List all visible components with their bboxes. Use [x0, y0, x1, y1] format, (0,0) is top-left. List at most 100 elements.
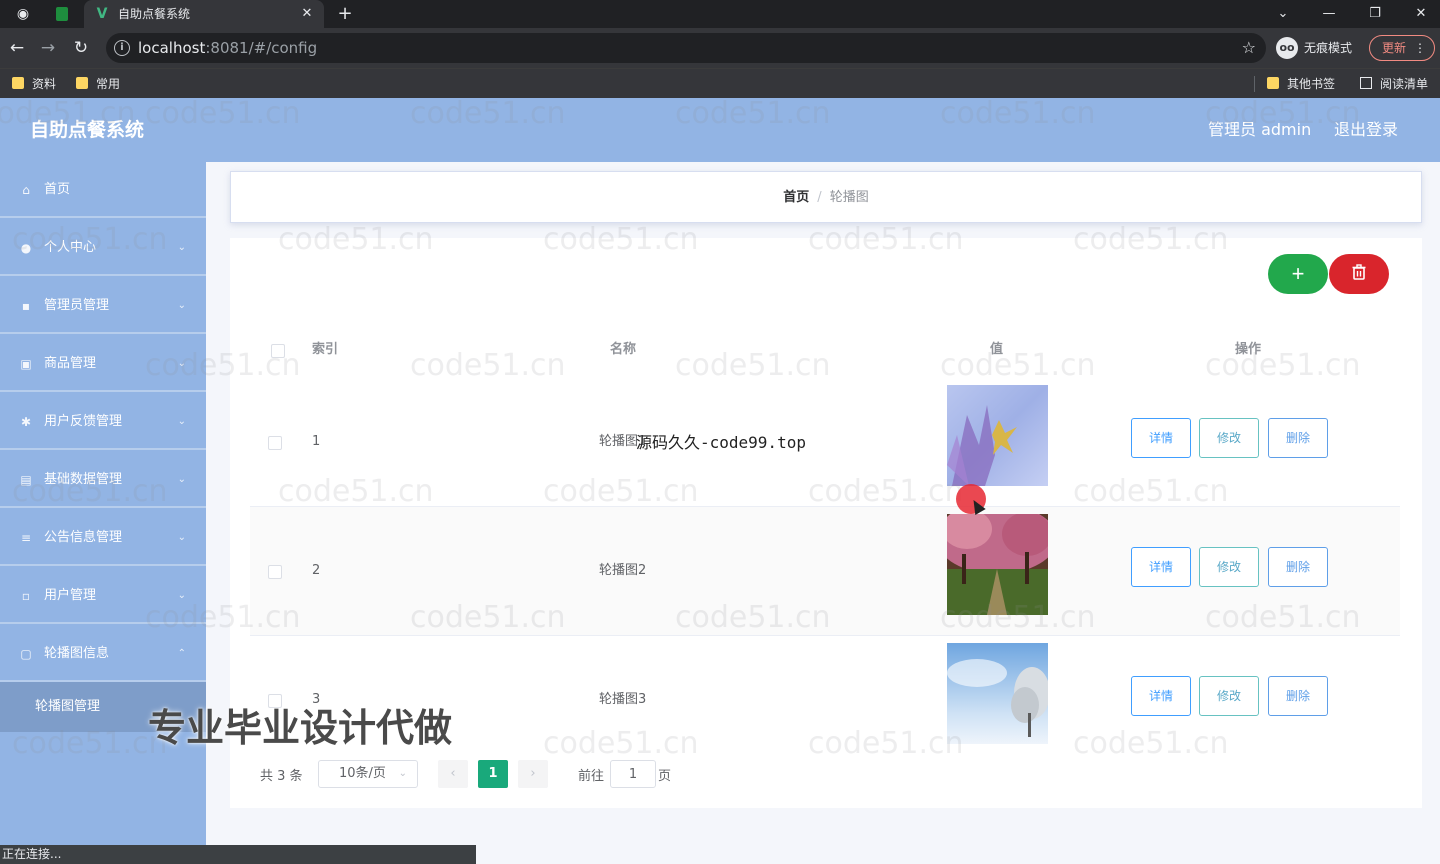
- sidebar-item-feedback[interactable]: ✱ 用户反馈管理 ⌄: [0, 394, 206, 450]
- bookmark-other[interactable]: 其他书签: [1267, 75, 1335, 93]
- browser-tab-bar: ◉ V 自助点餐系统 ✕ + ⌄ — ❐ ✕: [0, 0, 1440, 28]
- back-icon[interactable]: ←: [7, 38, 27, 58]
- column-actions: 操作: [1235, 342, 1262, 357]
- goto-page-input[interactable]: [610, 760, 656, 788]
- breadcrumb-home[interactable]: 首页: [783, 190, 809, 205]
- table-row: 2 轮播图2 详情 修改 删除: [250, 507, 1400, 636]
- sidebar-item-basic-data[interactable]: ▤ 基础数据管理 ⌄: [0, 452, 206, 508]
- new-tab-icon[interactable]: +: [336, 5, 354, 23]
- reload-icon[interactable]: ↻: [71, 38, 91, 58]
- select-all-checkbox[interactable]: [271, 344, 285, 358]
- table-header: 索引 名称 值 操作: [250, 322, 1400, 378]
- admin-label: 管理员 admin: [1208, 120, 1312, 139]
- sidebar-item-admin[interactable]: ▪ 管理员管理 ⌄: [0, 278, 206, 334]
- trash-icon: [1352, 264, 1366, 280]
- row-checkbox[interactable]: [268, 436, 282, 450]
- list-icon: ≡: [20, 531, 32, 545]
- bookmark-star-icon[interactable]: ☆: [1242, 38, 1256, 58]
- page-size-select[interactable]: 10条/页 ⌄: [318, 760, 418, 788]
- bookmarks-bar: 资料 常用 其他书签 阅读清单: [0, 68, 1440, 98]
- breadcrumb-current: 轮播图: [829, 190, 869, 205]
- sidebar-item-carousel[interactable]: ▢ 轮播图信息 ⌃: [0, 626, 206, 682]
- batch-delete-button[interactable]: [1329, 254, 1389, 294]
- bookmark-folder-ziliao[interactable]: 资料: [12, 75, 56, 93]
- minimize-icon[interactable]: —: [1318, 3, 1340, 25]
- goto-unit: 页: [658, 769, 672, 784]
- sidebar-item-notice[interactable]: ≡ 公告信息管理 ⌄: [0, 510, 206, 566]
- column-index: 索引: [312, 342, 339, 357]
- bookmark-folder-changyong[interactable]: 常用: [76, 75, 120, 93]
- browser-toolbar: ← → ↻ i localhost:8081/#/config ☆ oo 无痕模式…: [0, 28, 1440, 68]
- sidebar-item-profile[interactable]: ● 个人中心 ⌄: [0, 220, 206, 276]
- tab-title: 自助点餐系统: [118, 7, 191, 21]
- tab-search-icon[interactable]: ⌄: [1272, 3, 1294, 25]
- detail-button[interactable]: 详情: [1131, 418, 1191, 458]
- main-content: 首页 / 轮播图 + 索引 名称 值 操作 1 轮播图1 详情 修改 删除 2 …: [206, 162, 1440, 864]
- delete-button[interactable]: 删除: [1268, 418, 1328, 458]
- sidebar-item-home[interactable]: ⌂ 首页: [0, 162, 206, 218]
- chevron-down-icon: ⌄: [177, 358, 186, 369]
- extension-icon[interactable]: [56, 7, 68, 21]
- admin-icon: ▪: [21, 299, 31, 313]
- logout-link[interactable]: 退出登录: [1334, 120, 1398, 140]
- forward-icon[interactable]: →: [38, 38, 58, 58]
- next-page-button[interactable]: ›: [518, 760, 548, 788]
- breadcrumb-card: 首页 / 轮播图: [230, 171, 1422, 223]
- users-icon: ▫: [21, 589, 31, 603]
- carousel-image-1[interactable]: [947, 385, 1048, 486]
- carousel-image-2[interactable]: [947, 514, 1048, 615]
- chevron-down-icon: ⌄: [177, 300, 186, 311]
- incognito-icon: oo: [1276, 37, 1298, 59]
- chevron-down-icon: ⌄: [177, 474, 186, 485]
- sidebar-item-goods[interactable]: ▣ 商品管理 ⌄: [0, 336, 206, 392]
- vue-favicon-icon: V: [96, 6, 108, 22]
- sidebar-item-users[interactable]: ▫ 用户管理 ⌄: [0, 568, 206, 624]
- address-bar[interactable]: i localhost:8081/#/config ☆: [106, 33, 1266, 63]
- browser-menu-icon[interactable]: ◉: [14, 5, 32, 23]
- goto-label: 前往: [578, 769, 605, 784]
- url-text[interactable]: localhost:8081/#/config: [138, 39, 317, 57]
- detail-button[interactable]: 详情: [1131, 547, 1191, 587]
- chevron-down-icon: ⌄: [177, 532, 186, 543]
- goods-icon: ▣: [20, 357, 32, 371]
- pagination-total: 共 3 条: [260, 769, 303, 784]
- folder-icon: [1267, 77, 1279, 89]
- browser-status-bar: 正在连接...: [0, 845, 476, 864]
- promo-overlay-text: 专业毕业设计代做: [148, 706, 453, 750]
- chevron-down-icon: ⌄: [177, 590, 186, 601]
- carousel-icon: ▢: [20, 647, 32, 661]
- prev-page-button[interactable]: ‹: [438, 760, 468, 788]
- close-tab-icon[interactable]: ✕: [298, 5, 316, 23]
- incognito-indicator[interactable]: oo 无痕模式: [1276, 37, 1352, 59]
- row-name: 轮播图3: [599, 692, 647, 707]
- row-checkbox[interactable]: [268, 565, 282, 579]
- delete-button[interactable]: 删除: [1268, 676, 1328, 716]
- carousel-image-3[interactable]: [947, 643, 1048, 744]
- restore-icon[interactable]: ❐: [1364, 3, 1386, 25]
- close-window-icon[interactable]: ✕: [1410, 3, 1432, 25]
- app-header: 自助点餐系统 管理员 admin 退出登录: [0, 98, 1440, 162]
- row-index: 2: [312, 563, 321, 578]
- chevron-up-icon: ⌃: [177, 648, 186, 659]
- page-number[interactable]: 1: [478, 760, 508, 788]
- delete-button[interactable]: 删除: [1268, 547, 1328, 587]
- edit-button[interactable]: 修改: [1199, 676, 1259, 716]
- edit-button[interactable]: 修改: [1199, 547, 1259, 587]
- browser-tab[interactable]: V 自助点餐系统 ✕: [84, 0, 324, 28]
- add-button[interactable]: +: [1268, 254, 1328, 294]
- plus-icon: +: [1291, 261, 1305, 286]
- chevron-down-icon: ⌄: [398, 768, 407, 779]
- more-vert-icon[interactable]: ⋮: [1414, 36, 1426, 60]
- breadcrumb: 首页 / 轮播图: [231, 189, 1421, 207]
- reading-list[interactable]: 阅读清单: [1360, 75, 1428, 93]
- site-info-icon[interactable]: i: [114, 40, 130, 56]
- detail-button[interactable]: 详情: [1131, 676, 1191, 716]
- edit-button[interactable]: 修改: [1199, 418, 1259, 458]
- data-icon: ▤: [20, 473, 32, 487]
- row-index: 1: [312, 434, 321, 449]
- home-icon: ⌂: [22, 183, 30, 197]
- feedback-icon: ✱: [20, 415, 32, 429]
- row-name: 轮播图2: [599, 563, 647, 578]
- source-watermark-text: 源码久久-code99.top: [636, 433, 806, 452]
- update-button[interactable]: 更新 ⋮: [1369, 35, 1435, 61]
